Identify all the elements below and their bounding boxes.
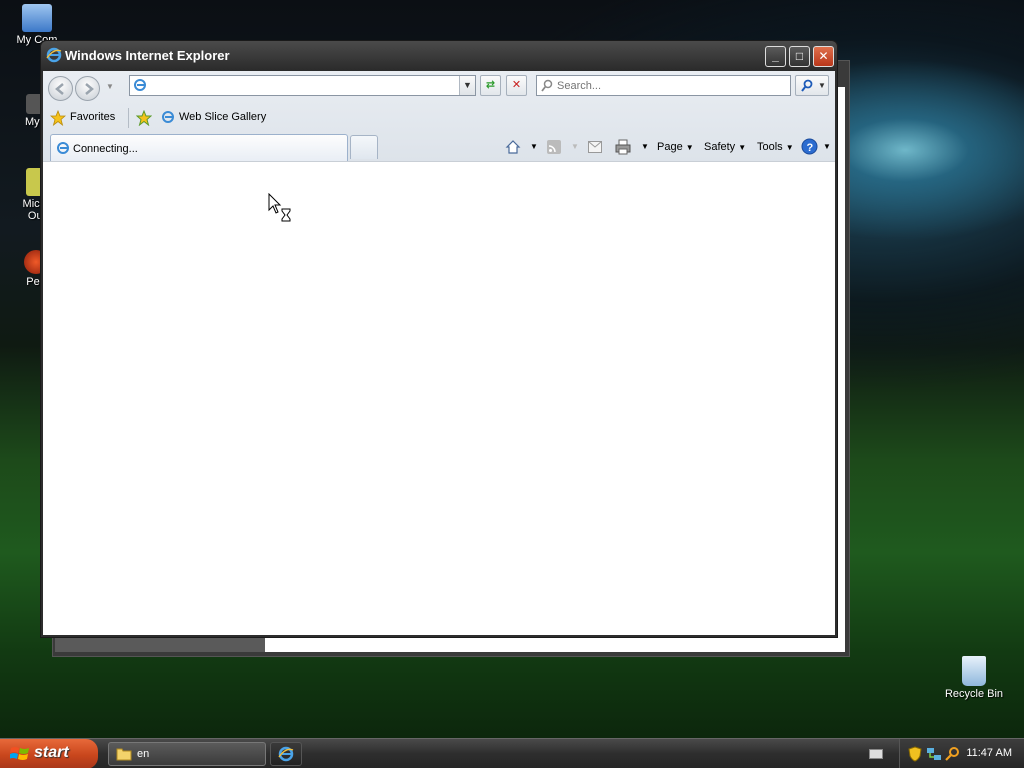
ie-taskbar-icon [278, 746, 294, 762]
recent-pages-dropdown[interactable]: ▼ [106, 82, 114, 91]
desktop-icon-recycle-bin[interactable]: Recycle Bin [939, 656, 1009, 700]
add-to-favorites-icon[interactable] [136, 110, 152, 126]
tab-connecting[interactable]: Connecting... [50, 134, 348, 161]
tab-label: Connecting... [73, 143, 138, 155]
safety-menu-label: Safety [704, 141, 736, 153]
feeds-dropdown[interactable]: ▼ [571, 142, 579, 151]
ie-page-icon [134, 79, 146, 91]
web-slice-gallery-link[interactable]: Web Slice Gallery [179, 111, 266, 123]
start-label: start [34, 744, 69, 761]
refresh-button[interactable]: ⇄ [480, 75, 501, 96]
home-icon[interactable] [505, 139, 521, 155]
desktop-icon-label: Recycle Bin [944, 688, 1004, 700]
new-tab-button[interactable] [350, 135, 378, 159]
taskbar-button-en[interactable]: en [108, 742, 266, 766]
window-title: Windows Internet Explorer [65, 48, 230, 63]
search-button[interactable]: ▼ [795, 75, 829, 96]
search-box[interactable] [536, 75, 791, 96]
maximize-button[interactable]: □ [789, 46, 810, 67]
start-button[interactable]: start [0, 739, 98, 768]
close-button[interactable]: ✕ [813, 46, 834, 67]
minimize-button[interactable]: _ [765, 46, 786, 67]
home-dropdown[interactable]: ▼ [530, 142, 538, 151]
back-button[interactable] [48, 76, 73, 101]
page-menu[interactable]: Page ▼ [657, 141, 694, 153]
security-shield-icon[interactable] [908, 746, 922, 762]
clock[interactable]: 11:47 AM [966, 747, 1012, 759]
search-tray-icon[interactable] [944, 746, 960, 762]
page-content-area[interactable] [43, 161, 835, 635]
favorites-bar: Favorites Web Slice Gallery [43, 104, 835, 132]
web-slice-ie-icon [162, 111, 174, 123]
search-input[interactable] [557, 78, 782, 93]
windows-logo-icon [10, 747, 29, 760]
toolbar-separator [128, 108, 129, 128]
search-go-icon [801, 79, 813, 92]
folder-icon [116, 748, 132, 761]
ie-tab-icon [57, 142, 69, 154]
stop-button[interactable]: ✕ [506, 75, 527, 96]
background-window-strip [837, 87, 845, 638]
svg-text:?: ? [807, 142, 814, 154]
system-tray: 11:47 AM [899, 739, 1024, 768]
address-dropdown-button[interactable]: ▼ [459, 76, 475, 95]
horizontal-scrollbar[interactable] [55, 638, 265, 652]
address-input[interactable] [150, 78, 450, 93]
page-menu-label: Page [657, 141, 683, 153]
feeds-icon[interactable] [547, 140, 561, 154]
forward-button[interactable] [75, 76, 100, 101]
network-icon[interactable] [926, 746, 942, 762]
keyboard-icon[interactable] [869, 749, 883, 759]
recycle-bin-icon [962, 656, 986, 686]
favorites-button[interactable]: Favorites [70, 111, 115, 123]
ie-window[interactable]: Windows Internet Explorer _ □ ✕ ▼ ▼ ⇄ ✕ [40, 40, 838, 638]
search-icon [541, 79, 553, 92]
taskbar-button-ie[interactable] [270, 742, 302, 766]
tools-menu-label: Tools [757, 141, 783, 153]
browser-chrome: ▼ ▼ ⇄ ✕ ▼ Favorites [43, 71, 835, 161]
ie-logo-icon [46, 47, 62, 63]
taskbar: start en 11:47 AM [0, 738, 1024, 768]
tools-menu[interactable]: Tools ▼ [757, 141, 794, 153]
help-dropdown[interactable]: ▼ [823, 142, 831, 151]
favorites-star-icon [50, 110, 66, 126]
title-bar[interactable]: Windows Internet Explorer _ □ ✕ [41, 41, 837, 71]
busy-cursor-icon [268, 193, 291, 222]
print-icon[interactable] [615, 139, 631, 155]
forward-arrow-icon [85, 83, 94, 95]
taskbar-button-label: en [137, 748, 150, 760]
address-bar[interactable]: ▼ [129, 75, 476, 96]
mail-icon[interactable] [588, 141, 602, 153]
help-icon[interactable]: ? [801, 138, 818, 155]
print-dropdown[interactable]: ▼ [641, 142, 649, 151]
back-arrow-icon [55, 83, 64, 95]
computer-icon [22, 4, 52, 32]
safety-menu[interactable]: Safety ▼ [704, 141, 746, 153]
search-options-dropdown[interactable]: ▼ [818, 81, 826, 90]
